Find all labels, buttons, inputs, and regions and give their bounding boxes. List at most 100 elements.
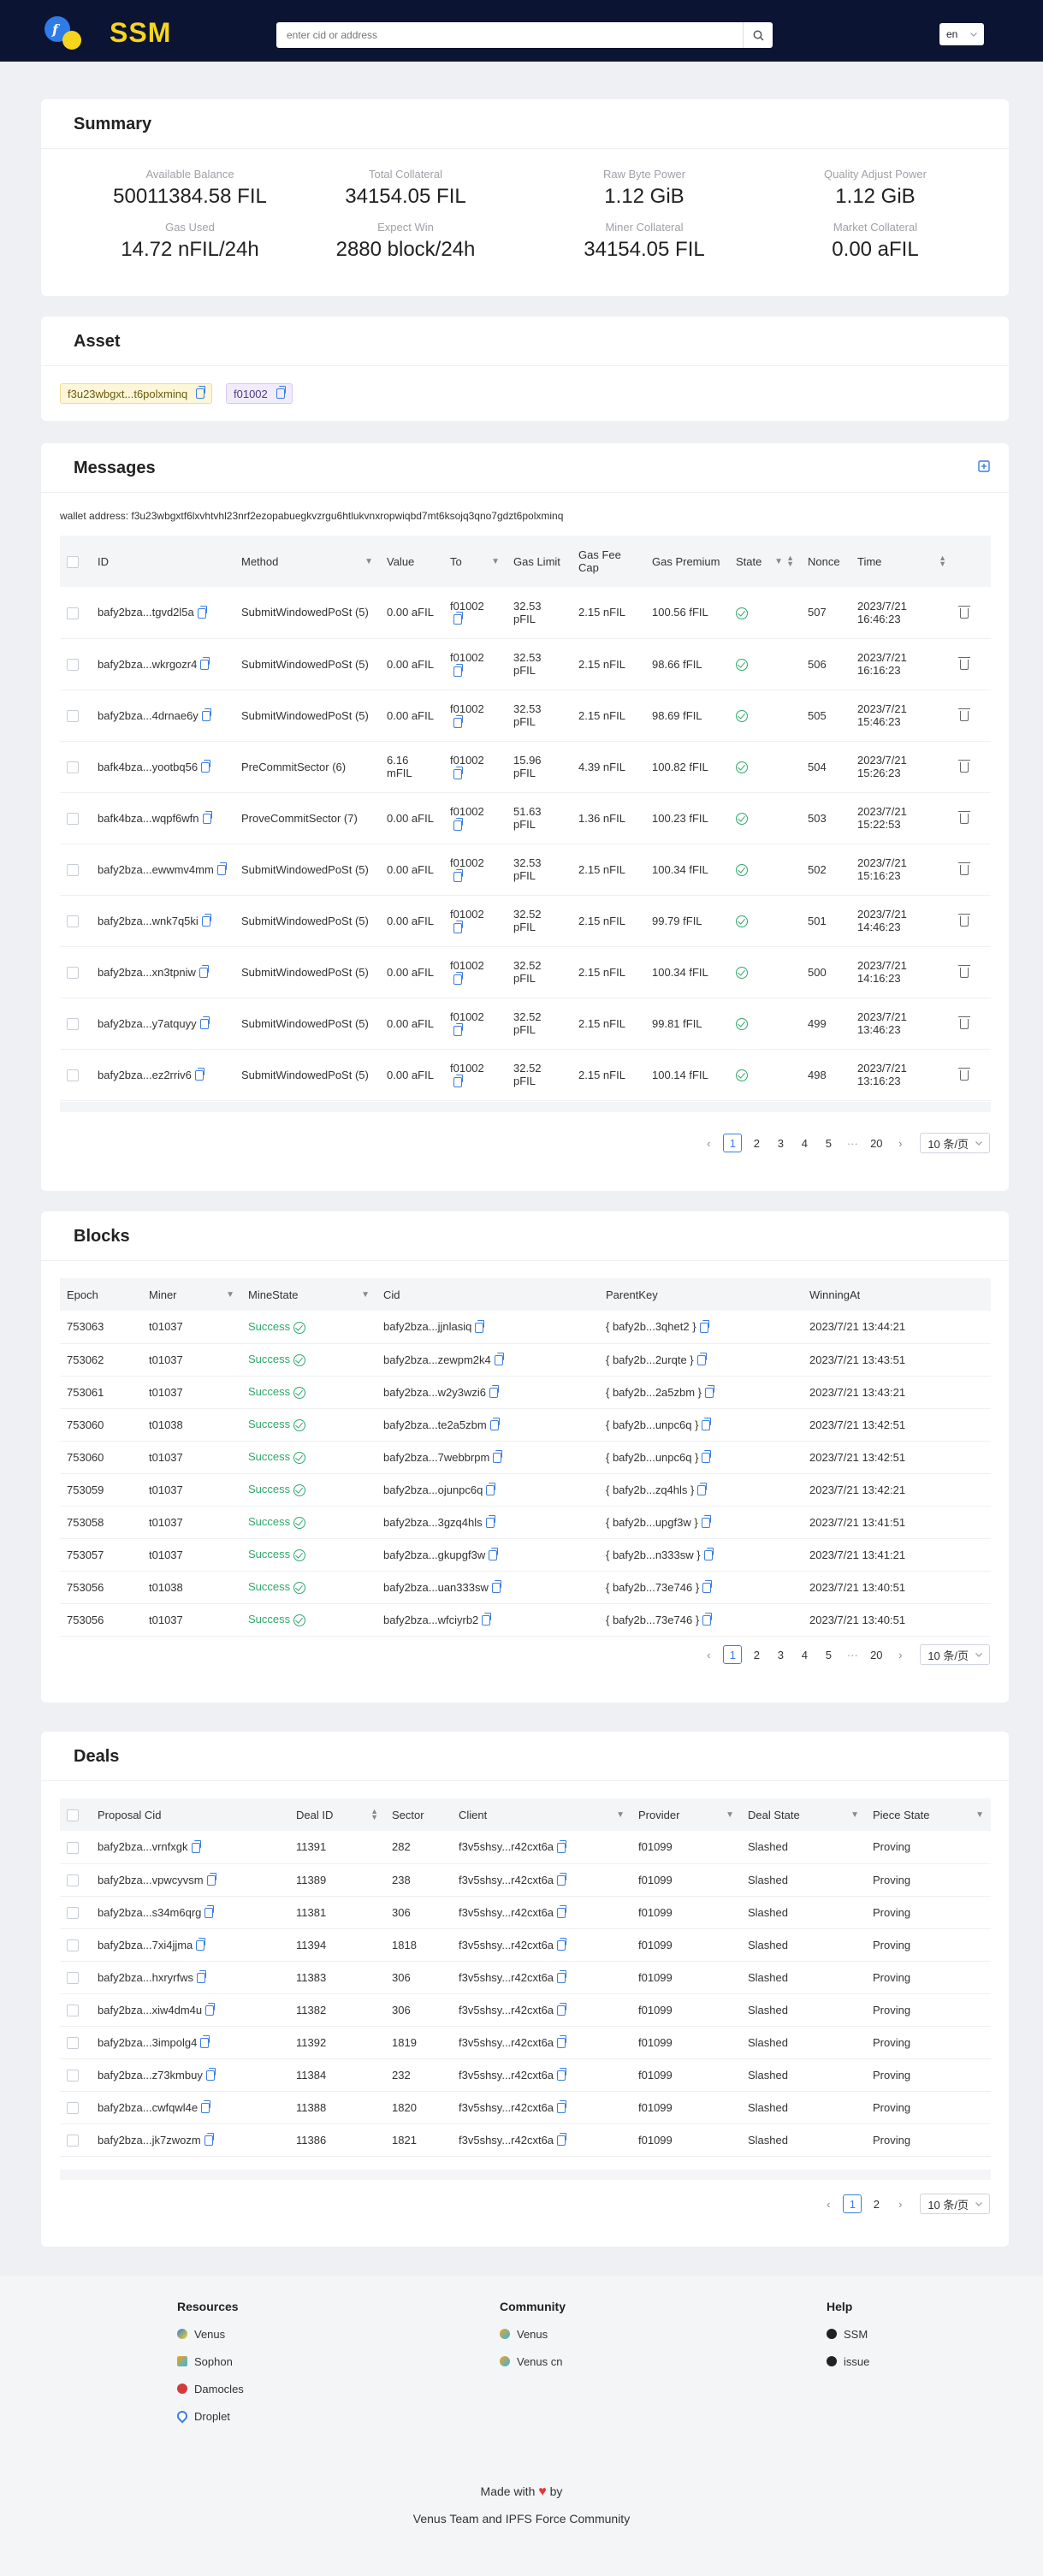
copy-icon[interactable] — [557, 1938, 567, 1951]
copy-icon[interactable] — [191, 1839, 201, 1853]
block-cid-text[interactable]: bafy2bza...3gzq4hls — [383, 1516, 483, 1529]
deal-proposal-cid-text[interactable]: bafy2bza...xiw4dm4u — [98, 2004, 202, 2016]
row-checkbox[interactable] — [67, 863, 79, 876]
page-ellipsis[interactable]: ··· — [843, 1134, 862, 1152]
copy-icon[interactable] — [482, 1613, 492, 1626]
message-to-text[interactable]: f01002 — [450, 702, 484, 715]
copy-icon[interactable] — [204, 1905, 215, 1919]
copy-icon[interactable] — [453, 663, 463, 677]
page-size-select[interactable]: 10 条/页 — [920, 2194, 990, 2214]
copy-icon[interactable] — [205, 2003, 216, 2016]
copy-icon[interactable] — [557, 2003, 567, 2016]
message-id-text[interactable]: bafy2bza...4drnae6y — [98, 709, 199, 722]
block-miner[interactable]: t01038 — [142, 1571, 241, 1604]
deal-client-text[interactable]: f3v5shsy...r42cxt6a — [459, 1971, 554, 1984]
row-checkbox[interactable] — [67, 2101, 79, 2114]
row-checkbox[interactable] — [67, 607, 79, 619]
copy-icon[interactable] — [557, 1905, 567, 1919]
block-cid-text[interactable]: bafy2bza...wfciyrb2 — [383, 1614, 478, 1626]
block-miner[interactable]: t01037 — [142, 1441, 241, 1474]
copy-icon[interactable] — [201, 708, 211, 722]
delete-icon[interactable] — [958, 914, 970, 927]
block-cid-text[interactable]: bafy2bza...w2y3wzi6 — [383, 1386, 486, 1399]
prev-page-button[interactable]: ‹ — [699, 1134, 718, 1152]
delete-icon[interactable] — [958, 657, 970, 671]
block-miner[interactable]: t01037 — [142, 1506, 241, 1539]
copy-icon[interactable] — [557, 2100, 567, 2114]
copy-icon[interactable] — [475, 1319, 485, 1333]
message-id-text[interactable]: bafy2bza...ez2rriv6 — [98, 1069, 192, 1081]
row-checkbox[interactable] — [67, 709, 79, 722]
page-button[interactable]: 1 — [723, 1134, 743, 1152]
deal-client-text[interactable]: f3v5shsy...r42cxt6a — [459, 1939, 554, 1951]
row-checkbox[interactable] — [67, 1069, 79, 1081]
deal-client-text[interactable]: f3v5shsy...r42cxt6a — [459, 1874, 554, 1886]
block-cid-text[interactable]: bafy2bza...uan333sw — [383, 1581, 489, 1594]
block-parentkey-text[interactable]: { bafy2b...3qhet2 } — [606, 1320, 696, 1333]
language-select[interactable]: en — [939, 23, 984, 45]
message-id-text[interactable]: bafy2bza...wnk7q5ki — [98, 915, 199, 927]
filter-icon[interactable]: ▼ — [364, 557, 373, 566]
message-id-text[interactable]: bafk4bza...yootbq56 — [98, 761, 198, 773]
footer-link-sophon[interactable]: Sophon — [177, 2348, 244, 2375]
page-button[interactable]: 20 — [867, 1645, 886, 1664]
page-button[interactable]: 3 — [771, 1645, 790, 1664]
block-parentkey-text[interactable]: { bafy2b...2a5zbm } — [606, 1386, 702, 1399]
copy-icon[interactable] — [453, 612, 463, 625]
block-miner[interactable]: t01037 — [142, 1603, 241, 1637]
search-button[interactable] — [743, 22, 773, 48]
footer-link-venus-community[interactable]: Venus — [500, 2320, 566, 2348]
copy-icon[interactable] — [702, 1613, 713, 1626]
copy-icon[interactable] — [702, 1450, 712, 1464]
row-checkbox[interactable] — [67, 658, 79, 671]
block-cid-text[interactable]: bafy2bza...7webbrpm — [383, 1451, 489, 1464]
page-ellipsis[interactable]: ··· — [843, 1645, 862, 1664]
copy-icon[interactable] — [701, 1515, 711, 1529]
message-to-text[interactable]: f01002 — [450, 754, 484, 767]
row-checkbox[interactable] — [67, 2069, 79, 2082]
page-button[interactable]: 4 — [795, 1134, 814, 1152]
copy-icon[interactable] — [557, 2133, 567, 2147]
copy-icon[interactable] — [453, 714, 463, 728]
next-page-button[interactable]: › — [891, 1134, 910, 1152]
block-parentkey-text[interactable]: { bafy2b...zq4hls } — [606, 1483, 694, 1496]
filter-icon[interactable]: ▼ — [850, 1810, 859, 1820]
row-checkbox[interactable] — [67, 812, 79, 825]
search-input[interactable] — [276, 22, 743, 48]
sort-icon[interactable]: ▲ ▼ — [786, 554, 794, 567]
copy-icon[interactable] — [453, 817, 463, 831]
copy-icon[interactable] — [697, 1483, 708, 1496]
deal-client-text[interactable]: f3v5shsy...r42cxt6a — [459, 1840, 554, 1853]
message-id-text[interactable]: bafy2bza...tgvd2l5a — [98, 606, 194, 619]
select-all-checkbox[interactable] — [67, 1809, 79, 1821]
page-button[interactable]: 5 — [819, 1645, 838, 1664]
footer-link-ssm[interactable]: SSM — [827, 2320, 869, 2348]
horizontal-scrollbar[interactable] — [60, 2170, 991, 2180]
footer-link-droplet[interactable]: Droplet — [175, 2402, 244, 2430]
row-checkbox[interactable] — [67, 1874, 79, 1886]
page-button[interactable]: 2 — [867, 2194, 886, 2213]
footer-link-venus[interactable]: Venus — [177, 2320, 244, 2348]
copy-icon[interactable] — [196, 386, 206, 399]
brand-name[interactable]: SSM — [110, 17, 171, 49]
copy-icon[interactable] — [486, 1483, 496, 1496]
message-to-text[interactable]: f01002 — [450, 1062, 484, 1075]
copy-icon[interactable] — [453, 1022, 463, 1036]
copy-icon[interactable] — [453, 920, 463, 933]
page-button[interactable]: 20 — [867, 1134, 886, 1152]
deal-client-text[interactable]: f3v5shsy...r42cxt6a — [459, 2004, 554, 2016]
copy-icon[interactable] — [699, 1319, 709, 1333]
copy-icon[interactable] — [489, 1418, 500, 1431]
copy-icon[interactable] — [453, 971, 463, 985]
delete-icon[interactable] — [958, 1016, 970, 1030]
block-parentkey-text[interactable]: { bafy2b...unpc6q } — [606, 1451, 698, 1464]
copy-icon[interactable] — [201, 2100, 211, 2114]
asset-tag-miner[interactable]: f01002 — [226, 383, 293, 404]
block-miner[interactable]: t01037 — [142, 1538, 241, 1572]
deal-client-text[interactable]: f3v5shsy...r42cxt6a — [459, 2101, 554, 2114]
deal-client-text[interactable]: f3v5shsy...r42cxt6a — [459, 2134, 554, 2147]
block-parentkey-text[interactable]: { bafy2b...73e746 } — [606, 1614, 699, 1626]
row-checkbox[interactable] — [67, 966, 79, 979]
copy-icon[interactable] — [489, 1385, 499, 1399]
copy-icon[interactable] — [557, 2068, 567, 2082]
